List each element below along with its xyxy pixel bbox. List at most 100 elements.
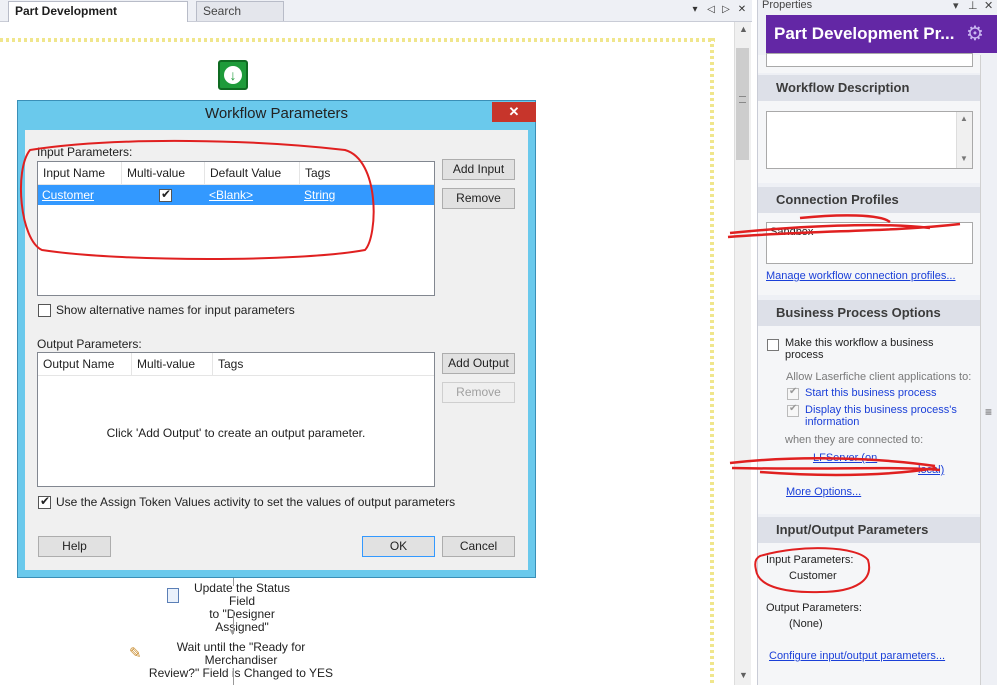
- multi-value-checkbox[interactable]: [159, 187, 172, 202]
- tab-prev-icon[interactable]: ◁: [704, 2, 718, 18]
- display-business-process-checkbox[interactable]: [787, 403, 799, 417]
- dialog-title: Workflow Parameters: [204, 105, 349, 122]
- scroll-up-icon[interactable]: ▲: [735, 24, 752, 34]
- section-heading-workflow-description[interactable]: Workflow Description: [758, 75, 980, 101]
- io-input-parameters-label: Input Parameters:: [766, 554, 854, 566]
- add-input-button[interactable]: Add Input: [442, 159, 515, 180]
- display-business-process-label[interactable]: Display this business process's informat…: [805, 404, 975, 428]
- grip-icon: [739, 96, 746, 103]
- scroll-up-icon[interactable]: ▲: [960, 114, 968, 123]
- section-heading-business-process[interactable]: Business Process Options: [758, 300, 980, 326]
- document-icon: [167, 588, 179, 603]
- io-input-parameters-value: Customer: [789, 570, 837, 582]
- output-grid-header: Output Name Multi-value Tags: [38, 353, 434, 376]
- input-parameters-grid[interactable]: Input Name Multi-value Default Value Tag…: [37, 161, 435, 296]
- connector-arrow-icon: ▼: [228, 627, 237, 637]
- tags-cell[interactable]: String: [300, 185, 400, 205]
- column-header-input-name[interactable]: Input Name: [38, 162, 122, 185]
- properties-title-banner: Part Development Pr... ⚙: [766, 15, 997, 53]
- more-options-link[interactable]: More Options...: [786, 486, 861, 498]
- column-header-default-value[interactable]: Default Value: [205, 162, 300, 185]
- business-process-section: Make this workflow a business process Al…: [758, 326, 980, 514]
- props-close-icon[interactable]: ✕: [984, 0, 993, 12]
- connector-line: [233, 668, 234, 685]
- gear-icon[interactable]: ⚙: [966, 21, 984, 46]
- activity-label-line: Wait until the "Ready for Merchandiser: [176, 640, 306, 667]
- name-section-remnant: [758, 53, 980, 73]
- start-icon[interactable]: ↓: [218, 60, 248, 90]
- section-heading-connection-profiles[interactable]: Connection Profiles: [758, 187, 980, 213]
- down-arrow-icon: ↓: [224, 66, 242, 84]
- connection-profile-item[interactable]: Sandbox: [770, 226, 813, 238]
- properties-title: Part Development Pr...: [774, 24, 955, 43]
- activity-label-line: Update the Status Field: [193, 581, 291, 608]
- output-parameters-grid[interactable]: Output Name Multi-value Tags Click 'Add …: [37, 352, 435, 487]
- document-tab-bar: Part Development Processing Search Resul…: [0, 0, 752, 36]
- scroll-down-icon[interactable]: ▼: [960, 154, 968, 163]
- scroll-down-icon[interactable]: ▼: [735, 670, 752, 680]
- add-output-button[interactable]: Add Output: [442, 353, 515, 374]
- connection-profiles-section: Sandbox Manage workflow connection profi…: [758, 213, 980, 295]
- canvas-scroll-thumb[interactable]: [736, 48, 749, 160]
- configure-io-parameters-link[interactable]: Configure input/output parameters...: [769, 650, 945, 662]
- io-output-parameters-value: (None): [789, 618, 823, 630]
- help-button[interactable]: Help: [38, 536, 111, 557]
- column-header-tags[interactable]: Tags: [213, 353, 434, 376]
- workflow-description-section: ▲ ▼: [758, 101, 980, 183]
- assign-token-label[interactable]: Use the Assign Token Values activity to …: [56, 495, 455, 509]
- input-name-cell[interactable]: Customer: [38, 185, 122, 205]
- props-dropdown-icon[interactable]: ▾: [953, 0, 959, 12]
- show-alt-names-checkbox[interactable]: [38, 304, 51, 317]
- column-header-output-name[interactable]: Output Name: [38, 353, 132, 376]
- tab-search-results[interactable]: Search Results: [196, 1, 284, 36]
- canvas-border-right: [710, 38, 714, 685]
- manage-connection-profiles-link[interactable]: Manage workflow connection profiles...: [766, 270, 956, 282]
- start-business-process-checkbox[interactable]: [787, 386, 799, 400]
- repository-link-line2[interactable]: local): [918, 464, 944, 476]
- properties-scrollbar[interactable]: ≡: [980, 55, 997, 685]
- tab-dropdown-icon[interactable]: ▾: [688, 2, 702, 18]
- remove-output-button[interactable]: Remove: [442, 382, 515, 403]
- ok-button[interactable]: OK: [362, 536, 435, 557]
- input-parameters-label: Input Parameters:: [37, 145, 133, 159]
- when-connected-label: when they are connected to:: [785, 434, 924, 446]
- column-header-multi-value[interactable]: Multi-value: [122, 162, 205, 185]
- remove-input-button[interactable]: Remove: [442, 188, 515, 209]
- cancel-button[interactable]: Cancel: [442, 536, 515, 557]
- io-output-parameters-label: Output Parameters:: [766, 602, 862, 614]
- properties-header: Properties ▾ ⊥ ✕: [758, 0, 997, 14]
- activity-update-status[interactable]: Update the Status Field to "Designer Ass…: [182, 582, 302, 634]
- input-grid-header: Input Name Multi-value Default Value Tag…: [38, 162, 434, 185]
- activity-wait-until[interactable]: Wait until the "Ready for Merchandiser R…: [146, 641, 336, 680]
- tab-part-development-processing[interactable]: Part Development Processing: [8, 1, 188, 36]
- column-header-tags[interactable]: Tags: [300, 162, 434, 185]
- grip-icon: ≡: [985, 405, 993, 419]
- canvas-border-top: [0, 38, 715, 42]
- dialog-body: Input Parameters: Input Name Multi-value…: [25, 130, 528, 570]
- make-business-process-label[interactable]: Make this workflow a business process: [785, 337, 965, 361]
- description-scrollbar[interactable]: ▲ ▼: [956, 112, 972, 168]
- pencil-wait-icon: ✎: [129, 645, 142, 662]
- assign-token-checkbox[interactable]: [38, 494, 51, 509]
- column-header-multi-value[interactable]: Multi-value: [132, 353, 213, 376]
- activity-label-line: to "Designer Assigned": [209, 607, 275, 634]
- show-alt-names-label[interactable]: Show alternative names for input paramet…: [56, 303, 295, 317]
- tab-close-icon[interactable]: ✕: [735, 2, 749, 18]
- workflow-parameters-dialog: Workflow Parameters ✕ Input Parameters: …: [17, 100, 536, 578]
- empty-output-message: Click 'Add Output' to create an output p…: [106, 426, 366, 440]
- workflow-description-field[interactable]: ▲ ▼: [766, 111, 973, 169]
- section-heading-io-parameters[interactable]: Input/Output Parameters: [758, 517, 980, 543]
- activity-label-line: Review?" Field is Changed to YES: [148, 666, 334, 680]
- make-business-process-checkbox[interactable]: [767, 339, 779, 351]
- start-business-process-label[interactable]: Start this business process: [805, 387, 936, 399]
- tab-next-icon[interactable]: ▷: [719, 2, 733, 18]
- connection-profiles-list[interactable]: Sandbox: [766, 222, 973, 264]
- workflow-name-field[interactable]: [766, 53, 973, 67]
- default-value-cell[interactable]: <Blank>: [205, 185, 300, 205]
- repository-link-line1[interactable]: LFServer (on: [813, 452, 877, 464]
- close-icon[interactable]: ✕: [492, 102, 536, 122]
- properties-header-label: Properties: [762, 0, 813, 11]
- pin-icon[interactable]: ⊥: [968, 0, 978, 12]
- output-parameters-label: Output Parameters:: [37, 337, 142, 351]
- table-row[interactable]: Customer <Blank> String: [38, 185, 434, 205]
